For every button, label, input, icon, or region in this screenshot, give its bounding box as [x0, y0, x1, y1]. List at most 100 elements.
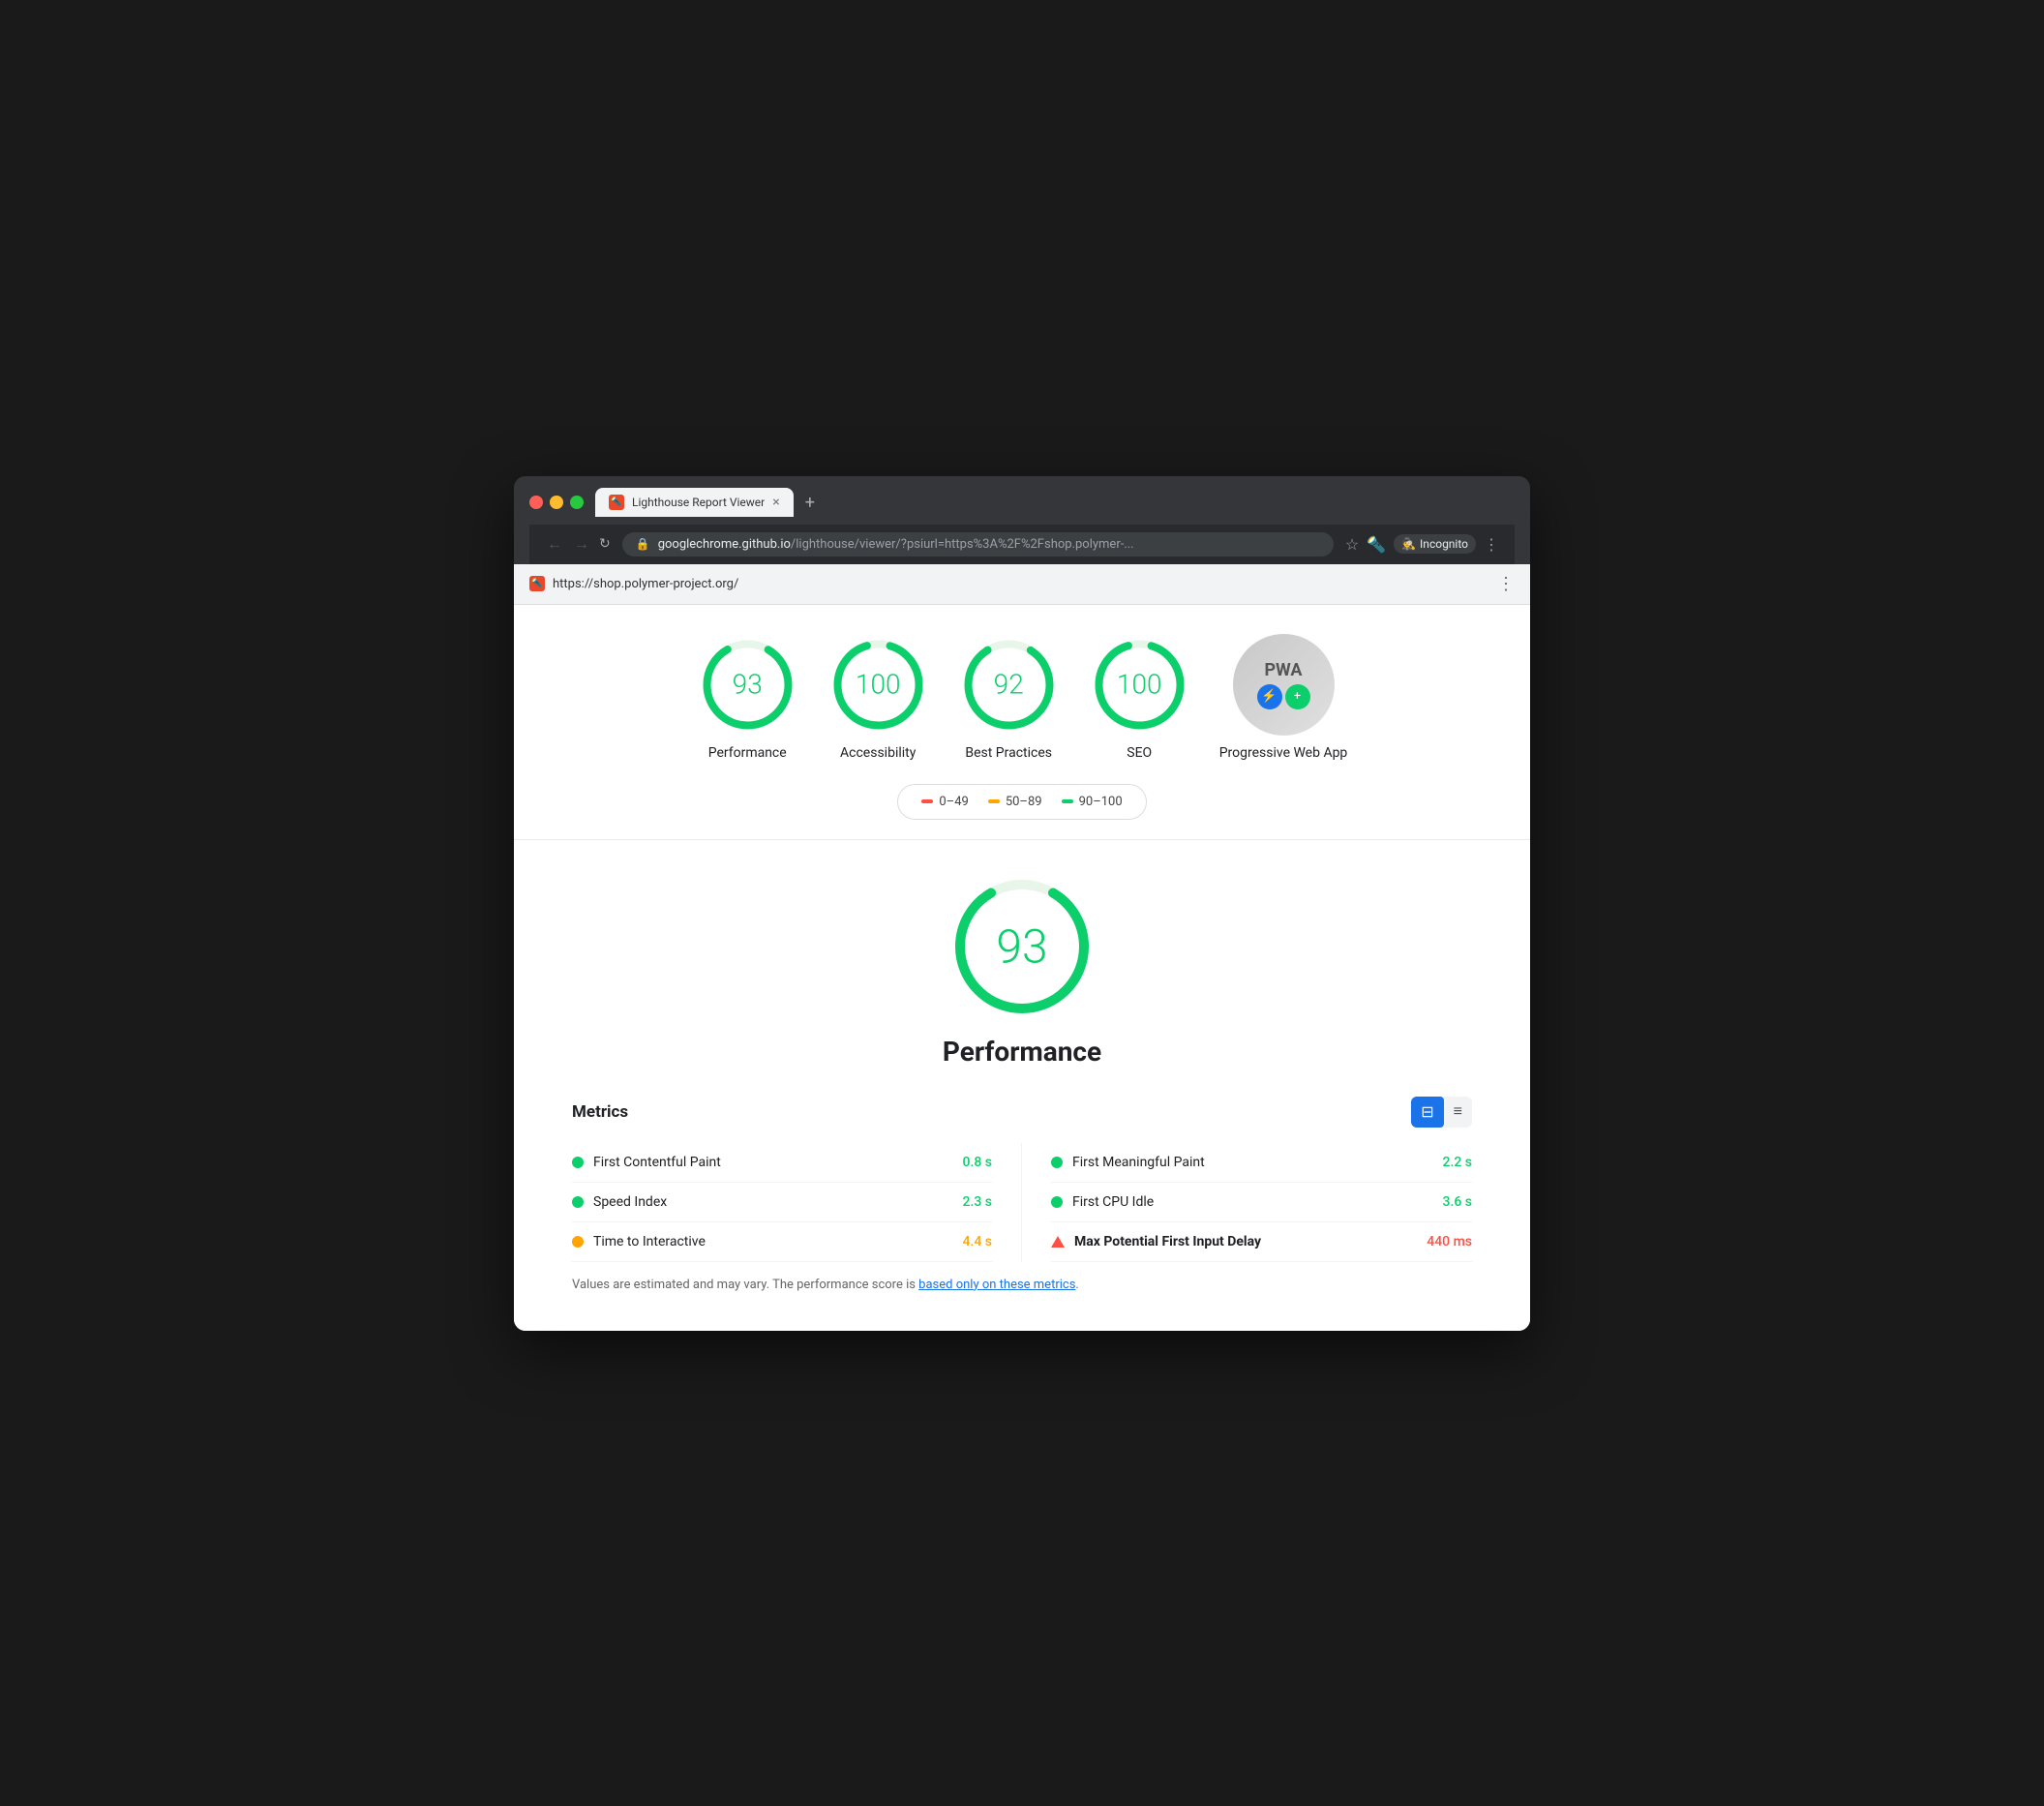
- seo-score: 100: [1117, 669, 1162, 701]
- metric-value-fci: 3.6 s: [1443, 1194, 1473, 1210]
- pwa-label: Progressive Web App: [1219, 745, 1348, 761]
- metrics-title: Metrics: [572, 1102, 628, 1122]
- accessibility-label: Accessibility: [840, 745, 916, 761]
- metric-row-fcp: First Contentful Paint 0.8 s: [572, 1143, 992, 1183]
- grid-view-button[interactable]: ⊟: [1411, 1097, 1443, 1128]
- metric-value-fcp: 0.8 s: [963, 1155, 993, 1170]
- address-bar[interactable]: 🔒 googlechrome.github.io/lighthouse/view…: [622, 532, 1334, 557]
- metric-dot-fmp: [1051, 1157, 1063, 1168]
- metric-value-tti: 4.4 s: [963, 1234, 993, 1249]
- metric-row-fmp: First Meaningful Paint 2.2 s: [1051, 1143, 1472, 1183]
- refresh-button[interactable]: ↻: [599, 536, 611, 552]
- legend-range-green: 90–100: [1079, 795, 1123, 809]
- perf-gauge-large: 93: [945, 869, 1099, 1024]
- performance-score: 93: [733, 669, 763, 701]
- address-host: googlechrome.github.io: [658, 537, 791, 552]
- lock-icon: 🔒: [636, 537, 650, 551]
- legend-item-orange: 50–89: [988, 795, 1042, 809]
- page-content: 🔦 https://shop.polymer-project.org/ ⋮: [514, 564, 1530, 1331]
- bookmark-icon[interactable]: ☆: [1345, 535, 1359, 554]
- score-item-seo[interactable]: 100 SEO: [1089, 634, 1190, 761]
- best-practices-label: Best Practices: [965, 745, 1052, 761]
- metrics-note-link[interactable]: based only on these metrics: [918, 1278, 1075, 1292]
- active-tab[interactable]: 🔦 Lighthouse Report Viewer ×: [595, 488, 794, 517]
- best-practices-gauge: 92: [958, 634, 1060, 736]
- info-bar-left: 🔦 https://shop.polymer-project.org/: [529, 576, 738, 591]
- metric-name-fmp: First Meaningful Paint: [1072, 1155, 1433, 1170]
- browser-titlebar: 🔦 Lighthouse Report Viewer × + ← → ↻ 🔒 g…: [514, 476, 1530, 564]
- metric-row-fid: Max Potential First Input Delay 440 ms: [1051, 1222, 1472, 1262]
- score-item-accessibility[interactable]: 100 Accessibility: [827, 634, 929, 761]
- accessibility-gauge: 100: [827, 634, 929, 736]
- pwa-badge: PWA ⚡ +: [1233, 634, 1335, 736]
- seo-label: SEO: [1127, 745, 1152, 761]
- traffic-light-yellow[interactable]: [550, 496, 563, 509]
- traffic-light-red[interactable]: [529, 496, 543, 509]
- nav-buttons: ← → ↻: [545, 532, 611, 556]
- legend-range-red: 0–49: [939, 795, 968, 809]
- perf-title: Performance: [943, 1036, 1101, 1068]
- metric-value-si: 2.3 s: [963, 1194, 993, 1210]
- score-item-performance[interactable]: 93 Performance: [697, 634, 798, 761]
- pwa-lightning-icon: ⚡: [1257, 684, 1282, 709]
- score-item-best-practices[interactable]: 92 Best Practices: [958, 634, 1060, 761]
- metric-dot-tti: [572, 1236, 584, 1248]
- perf-score-value: 93: [996, 918, 1047, 974]
- address-path: /lighthouse/viewer/?psiurl=https%3A%2F%2…: [791, 537, 1134, 552]
- tab-title: Lighthouse Report Viewer: [632, 496, 765, 509]
- incognito-label: Incognito: [1420, 537, 1468, 551]
- incognito-icon: 🕵️: [1401, 537, 1416, 551]
- tab-favicon: 🔦: [609, 495, 624, 510]
- summary-section: 93 Performance 100 Accessibility: [514, 605, 1530, 840]
- metric-name-tti: Time to Interactive: [593, 1234, 953, 1249]
- pwa-plus-icon: +: [1285, 684, 1310, 709]
- performance-label: Performance: [708, 745, 787, 761]
- metric-name-fcp: First Contentful Paint: [593, 1155, 953, 1170]
- tab-bar: 🔦 Lighthouse Report Viewer × +: [595, 488, 1515, 517]
- legend-item-red: 0–49: [921, 795, 968, 809]
- browser-menu-icon[interactable]: ⋮: [1484, 535, 1499, 554]
- legend-item-green: 90–100: [1062, 795, 1123, 809]
- metric-row-fci: First CPU Idle 3.6 s: [1051, 1183, 1472, 1222]
- forward-button[interactable]: →: [572, 532, 591, 556]
- metrics-grid: First Contentful Paint 0.8 s Speed Index…: [572, 1143, 1472, 1262]
- traffic-light-green[interactable]: [570, 496, 584, 509]
- metrics-header: Metrics ⊟ ≡: [572, 1097, 1472, 1128]
- perf-score-wrapper: 93 Performance: [572, 869, 1472, 1068]
- metrics-col-left: First Contentful Paint 0.8 s Speed Index…: [572, 1143, 1022, 1262]
- pwa-icons-row: ⚡ +: [1257, 684, 1310, 709]
- address-text: googlechrome.github.io/lighthouse/viewer…: [658, 537, 1320, 552]
- metric-row-si: Speed Index 2.3 s: [572, 1183, 992, 1222]
- info-bar: 🔦 https://shop.polymer-project.org/ ⋮: [514, 564, 1530, 605]
- metric-value-fmp: 2.2 s: [1443, 1155, 1473, 1170]
- metric-dot-si: [572, 1196, 584, 1208]
- info-menu-icon[interactable]: ⋮: [1497, 574, 1515, 594]
- scores-row: 93 Performance 100 Accessibility: [697, 634, 1348, 761]
- back-button[interactable]: ←: [545, 532, 564, 556]
- metrics-col-right: First Meaningful Paint 2.2 s First CPU I…: [1022, 1143, 1472, 1262]
- metric-name-fci: First CPU Idle: [1072, 1194, 1433, 1210]
- legend-dot-green: [1062, 799, 1073, 803]
- tab-close-button[interactable]: ×: [772, 495, 779, 510]
- performance-gauge: 93: [697, 634, 798, 736]
- info-url: https://shop.polymer-project.org/: [553, 577, 738, 591]
- view-toggle: ⊟ ≡: [1411, 1097, 1472, 1128]
- browser-window: 🔦 Lighthouse Report Viewer × + ← → ↻ 🔒 g…: [514, 476, 1530, 1331]
- legend-range-orange: 50–89: [1006, 795, 1042, 809]
- new-tab-button[interactable]: +: [797, 489, 823, 517]
- metric-dot-fci: [1051, 1196, 1063, 1208]
- info-favicon: 🔦: [529, 576, 545, 591]
- toolbar-icons: ☆ 🔦 🕵️ Incognito ⋮: [1345, 534, 1499, 554]
- metrics-note-text: Values are estimated and may vary. The p…: [572, 1278, 918, 1292]
- legend-dot-red: [921, 799, 933, 803]
- list-view-button[interactable]: ≡: [1444, 1097, 1472, 1128]
- metric-dot-fid: [1051, 1236, 1065, 1248]
- incognito-badge: 🕵️ Incognito: [1394, 534, 1476, 554]
- address-bar-row: ← → ↻ 🔒 googlechrome.github.io/lighthous…: [529, 525, 1515, 564]
- score-item-pwa[interactable]: PWA ⚡ + Progressive Web App: [1219, 634, 1348, 761]
- metric-value-fid: 440 ms: [1427, 1234, 1472, 1249]
- performance-detail-section: 93 Performance Metrics ⊟ ≡ First Content…: [514, 840, 1530, 1331]
- metric-dot-fcp: [572, 1157, 584, 1168]
- pwa-text: PWA: [1264, 660, 1302, 680]
- extension-icon[interactable]: 🔦: [1367, 535, 1386, 554]
